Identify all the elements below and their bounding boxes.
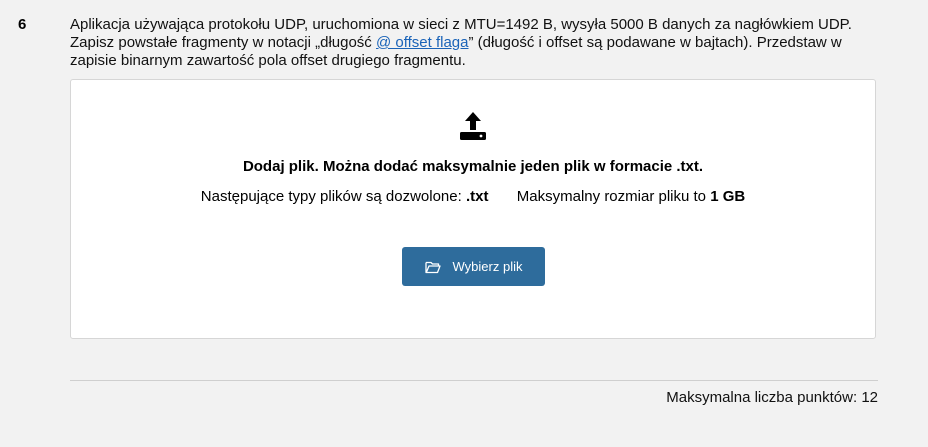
divider <box>70 380 878 381</box>
max-size-value: 1 GB <box>710 188 746 205</box>
allowed-types-label: Następujące typy plików są dozwolone: <box>200 188 462 205</box>
choose-file-label: Wybierz plik <box>452 259 523 274</box>
max-points: Maksymalna liczba punktów: 12 <box>666 389 878 406</box>
question-number: 6 <box>18 16 27 33</box>
upload-icon <box>460 112 486 140</box>
max-size-label: Maksymalny rozmiar pliku to <box>516 188 707 205</box>
allowed-types-value: .txt <box>465 188 489 205</box>
question-text: Aplikacja używająca protokołu UDP, uruch… <box>70 16 890 70</box>
folder-open-icon <box>424 261 441 273</box>
file-dropzone[interactable]: Dodaj plik. Można dodać maksymalnie jede… <box>70 79 876 339</box>
choose-file-button[interactable]: Wybierz plik <box>402 247 545 286</box>
upload-title: Dodaj plik. Można dodać maksymalnie jede… <box>242 158 704 175</box>
upload-restrictions: Następujące typy plików są dozwolone: .t… <box>71 188 875 205</box>
notation-link[interactable]: @ offset flaga <box>376 34 469 51</box>
